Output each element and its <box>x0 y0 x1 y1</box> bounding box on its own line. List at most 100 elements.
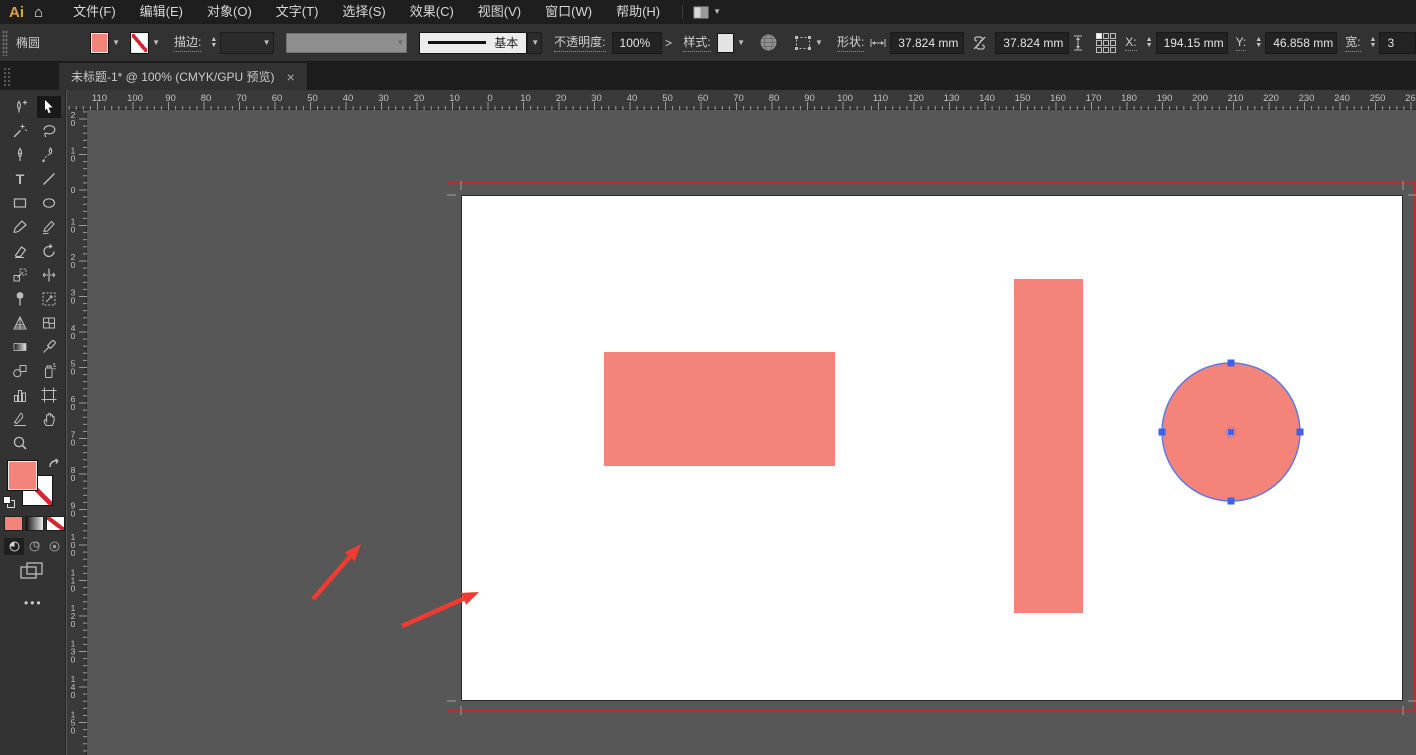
stroke-weight-stepper[interactable]: ▲▼ <box>210 37 217 48</box>
align-options-icon[interactable]: ▼ <box>794 35 825 51</box>
y-stepper[interactable]: ▲▼ <box>1255 37 1262 48</box>
opacity-label[interactable]: 不透明度: <box>554 33 605 52</box>
menu-item-1[interactable]: 文件(F) <box>61 0 128 24</box>
blend-tool-icon[interactable] <box>8 360 32 382</box>
color-button[interactable] <box>4 516 23 531</box>
stroke-color-swatch[interactable] <box>130 32 149 54</box>
selected-object-label: 椭圆 <box>16 34 68 51</box>
curvature-tool-icon[interactable] <box>37 144 61 166</box>
width-tool-tool-icon[interactable] <box>37 264 61 286</box>
puppet-warp-tool-icon[interactable] <box>8 288 32 310</box>
fill-color-swatch[interactable] <box>90 32 109 54</box>
rotate-tool-icon[interactable] <box>37 240 61 262</box>
home-icon[interactable]: ⌂ <box>34 4 43 21</box>
salmon-vertical-bar[interactable] <box>1014 279 1083 613</box>
menu-item-2[interactable]: 编辑(E) <box>128 0 195 24</box>
edit-toolbar-icon[interactable]: ••• <box>24 596 43 610</box>
shaper-tool-icon[interactable] <box>37 216 61 238</box>
pen-plus-tool-icon[interactable] <box>8 96 32 118</box>
opacity-more-button[interactable]: > <box>662 32 676 54</box>
y-field[interactable]: 46.858 mm <box>1265 32 1337 54</box>
style-dropdown-icon[interactable]: ▼ <box>737 38 745 47</box>
gradient-button[interactable] <box>25 516 44 531</box>
y-label[interactable]: Y: <box>1236 35 1247 51</box>
menu-item-6[interactable]: 效果(C) <box>398 0 466 24</box>
stroke-weight-dropdown[interactable]: ▼ <box>220 32 273 54</box>
h-ruler-label: 250 <box>1370 93 1386 104</box>
arrange-documents-button[interactable]: ▼ <box>693 6 721 19</box>
line-segment-tool-icon[interactable] <box>37 168 61 190</box>
swap-fill-stroke-icon[interactable] <box>48 458 62 471</box>
none-button[interactable] <box>46 516 65 531</box>
h-ruler-label: 20 <box>414 93 425 104</box>
ai-logo[interactable]: Ai <box>9 4 24 21</box>
artboard-tool-tool-icon[interactable] <box>37 384 61 406</box>
x-field[interactable]: 194.15 mm <box>1156 32 1228 54</box>
h-ruler-label: 90 <box>804 93 815 104</box>
menu-item-4[interactable]: 文字(T) <box>264 0 331 24</box>
shape-height-field[interactable]: 37.824 mm <box>995 32 1069 54</box>
h-ruler-label: 110 <box>873 93 888 104</box>
magic-wand-tool-icon[interactable] <box>8 120 32 142</box>
column-graph-tool-icon[interactable] <box>8 384 32 406</box>
draw-behind-mode[interactable] <box>24 538 44 555</box>
shape-width-field[interactable]: 37.824 mm <box>890 32 964 54</box>
width-icon <box>870 38 886 48</box>
eyedropper-tool-icon[interactable] <box>37 336 61 358</box>
style-swatch[interactable] <box>717 33 734 53</box>
free-transform-tool-icon[interactable] <box>37 288 61 310</box>
opacity-field[interactable]: 100% <box>612 32 662 54</box>
pen-tool-icon[interactable] <box>8 144 32 166</box>
horizontal-ruler[interactable]: 1101009080706050403020100102030405060708… <box>67 90 1416 110</box>
type-tool-icon[interactable]: T <box>8 168 32 190</box>
artboard[interactable] <box>461 195 1403 701</box>
ellipse-tool-icon[interactable] <box>37 192 61 214</box>
brush-definition-dropdown[interactable]: 基本 <box>419 32 527 54</box>
gradient-tool-icon[interactable] <box>8 336 32 358</box>
menu-item-3[interactable]: 对象(O) <box>195 0 264 24</box>
perspective-grid-tool-icon[interactable] <box>8 312 32 334</box>
canvas[interactable] <box>87 110 1416 755</box>
x-stepper[interactable]: ▲▼ <box>1146 37 1153 48</box>
menu-item-9[interactable]: 帮助(H) <box>604 0 672 24</box>
selection-tool-icon[interactable] <box>37 96 61 118</box>
stroke-weight-label[interactable]: 描边: <box>174 33 201 52</box>
menu-item-8[interactable]: 窗口(W) <box>533 0 604 24</box>
brush-dropdown-icon[interactable]: ▼ <box>527 32 542 54</box>
w-field[interactable]: 3 <box>1379 32 1416 54</box>
symbol-sprayer-tool-icon[interactable] <box>37 360 61 382</box>
paintbrush-tool-icon[interactable] <box>8 216 32 238</box>
panel-grip[interactable] <box>2 30 8 56</box>
shape-label[interactable]: 形状: <box>837 33 864 52</box>
draw-normal-mode[interactable] <box>4 538 24 555</box>
slice-tool-icon[interactable] <box>8 408 32 430</box>
fill-indicator[interactable] <box>7 460 38 491</box>
style-label[interactable]: 样式: <box>683 33 710 52</box>
draw-inside-mode[interactable] <box>44 538 64 555</box>
menu-item-7[interactable]: 视图(V) <box>466 0 533 24</box>
zoom-tool-icon[interactable] <box>8 432 32 454</box>
salmon-rectangle[interactable] <box>604 352 835 466</box>
annotation-arrow-head <box>345 544 361 561</box>
tab-close-icon[interactable]: × <box>287 70 295 84</box>
mesh-tool-icon[interactable] <box>37 312 61 334</box>
default-fill-stroke-icon[interactable] <box>3 496 15 508</box>
scale-tool-icon[interactable] <box>8 264 32 286</box>
vertical-ruler[interactable]: 2010010203040506070809010011012013014015… <box>67 110 87 755</box>
constrain-proportions-icon[interactable] <box>972 35 987 51</box>
recolor-artwork-icon[interactable] <box>759 33 778 52</box>
fill-dropdown-icon[interactable]: ▼ <box>112 38 120 47</box>
screen-mode-icon[interactable] <box>20 562 44 582</box>
eraser-tool-icon[interactable] <box>8 240 32 262</box>
hand-tool-icon[interactable] <box>37 408 61 430</box>
document-tab[interactable]: 未标题-1* @ 100% (CMYK/GPU 预览) × <box>59 63 308 90</box>
tabbar-grip[interactable] <box>3 67 11 87</box>
lasso-tool-icon[interactable] <box>37 120 61 142</box>
rectangle-tool-icon[interactable] <box>8 192 32 214</box>
x-label[interactable]: X: <box>1125 35 1136 51</box>
reference-point-locator[interactable] <box>1095 32 1117 54</box>
stroke-dropdown-icon[interactable]: ▼ <box>152 38 160 47</box>
w-label[interactable]: 宽: <box>1345 33 1360 52</box>
w-stepper[interactable]: ▲▼ <box>1370 37 1377 48</box>
menu-item-5[interactable]: 选择(S) <box>330 0 397 24</box>
